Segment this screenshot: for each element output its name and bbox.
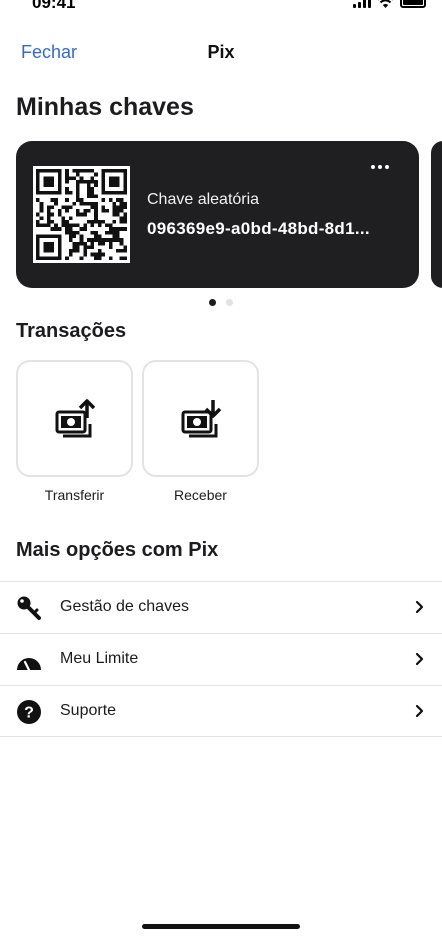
list-item-support[interactable]: ? Suporte <box>0 685 442 737</box>
list-item-my-limit[interactable]: Meu Limite <box>0 633 442 685</box>
transfer-button[interactable] <box>16 360 133 477</box>
pagination-dot-active[interactable] <box>209 299 216 306</box>
key-value: 096369e9-a0bd-48bd-8d1... <box>147 219 370 238</box>
money-send-icon <box>55 399 96 438</box>
chevron-right-icon <box>415 652 424 666</box>
transfer-label: Transferir <box>44 487 105 503</box>
list-item-label: Gestão de chaves <box>60 598 189 615</box>
battery-icon <box>400 0 426 8</box>
receive-label: Receber <box>174 487 227 503</box>
chevron-right-icon <box>415 704 424 718</box>
pix-key-card[interactable]: Chave aleatória 096369e9-a0bd-48bd-8d1..… <box>16 141 419 288</box>
receive-button[interactable] <box>142 360 259 477</box>
status-bar: 09:41 <box>0 0 442 14</box>
options-list: Gestão de chaves Meu Limite ? Suporte <box>0 581 442 737</box>
more-options-section-title: Mais opções com Pix <box>16 539 219 561</box>
carousel-pagination <box>0 299 442 306</box>
home-indicator[interactable] <box>142 924 300 929</box>
svg-text:?: ? <box>24 705 34 722</box>
key-icon <box>17 596 41 620</box>
gauge-icon <box>17 658 41 672</box>
list-item-label: Meu Limite <box>60 650 139 667</box>
qr-code <box>33 166 130 263</box>
page-title: Pix <box>207 42 235 62</box>
status-icons <box>353 0 426 8</box>
pagination-dot[interactable] <box>226 299 233 306</box>
status-time: 09:41 <box>32 0 76 12</box>
list-item-label: Suporte <box>60 702 117 719</box>
question-icon: ? <box>17 700 41 724</box>
cellular-signal-icon <box>353 0 371 8</box>
money-receive-icon <box>181 400 222 438</box>
next-key-card[interactable] <box>431 141 442 288</box>
chevron-right-icon <box>415 600 424 614</box>
list-item-key-management[interactable]: Gestão de chaves <box>0 581 442 633</box>
nav-bar: Fechar Pix <box>0 38 442 68</box>
wifi-icon <box>378 0 393 8</box>
transactions-section-title: Transações <box>16 320 127 342</box>
keys-section-title: Minhas chaves <box>16 93 194 121</box>
key-type-label: Chave aleatória <box>147 191 260 208</box>
more-options-icon[interactable] <box>368 161 392 173</box>
